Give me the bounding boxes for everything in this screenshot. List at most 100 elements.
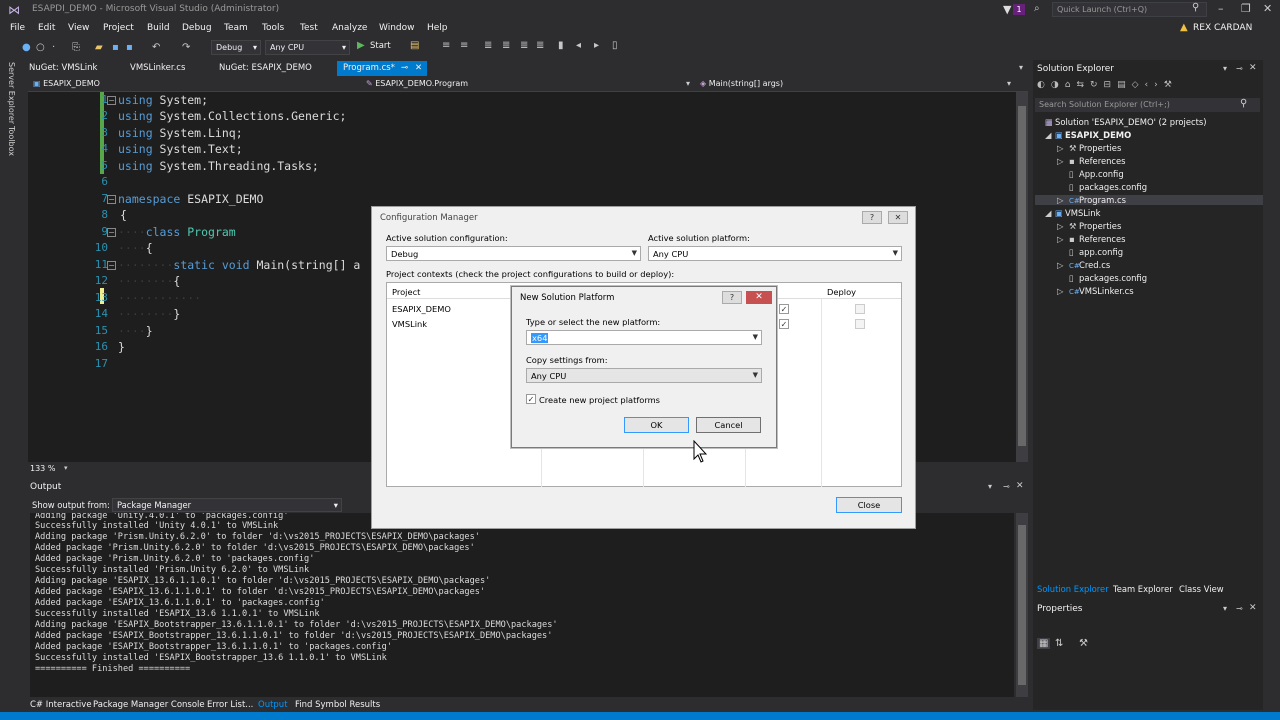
- collapsed-icon[interactable]: ▷: [1057, 221, 1069, 231]
- tree-item-program-cs[interactable]: ▷ C#Program.cs: [1035, 195, 1263, 205]
- new-platform-combobox[interactable]: x64 ▼: [526, 330, 762, 345]
- help-button[interactable]: ?: [862, 211, 882, 224]
- chevron-down-icon[interactable]: ▾: [988, 482, 992, 491]
- collapsed-icon[interactable]: ▷: [1057, 143, 1069, 153]
- chevron-down-icon[interactable]: ▼: [753, 333, 758, 341]
- restore-icon[interactable]: ❐: [1241, 2, 1251, 15]
- menu-file[interactable]: File: [10, 23, 25, 33]
- menu-edit[interactable]: Edit: [38, 23, 55, 33]
- menu-help[interactable]: Help: [427, 23, 448, 33]
- tab-find-symbol-results[interactable]: Find Symbol Results: [295, 700, 380, 710]
- tree-item-cred-cs[interactable]: ▷ C#Cred.cs: [1035, 260, 1110, 270]
- tab-csharp-interactive[interactable]: C# Interactive: [30, 700, 92, 710]
- new-platform-value[interactable]: x64: [531, 333, 549, 343]
- preview-icon[interactable]: ◇: [1132, 80, 1145, 90]
- collapse-toggle[interactable]: −: [107, 261, 116, 270]
- configuration-select[interactable]: Debug ▾: [211, 40, 261, 55]
- format-icon[interactable]: ≣: [520, 40, 528, 51]
- project-row-vmslink[interactable]: VMSLink: [392, 319, 427, 329]
- tab-class-view[interactable]: Class View: [1179, 584, 1224, 594]
- save-all-icon[interactable]: ▪: [126, 42, 133, 53]
- quick-launch-input[interactable]: Quick Launch (Ctrl+Q): [1052, 2, 1207, 17]
- create-project-platforms-checkbox[interactable]: ✓: [526, 394, 536, 404]
- nav-class-select[interactable]: ✎ ESAPIX_DEMO.Program: [366, 79, 468, 88]
- scrollbar-thumb[interactable]: [1018, 525, 1026, 685]
- column-project[interactable]: Project: [392, 287, 420, 297]
- collapse-toggle[interactable]: −: [107, 228, 116, 237]
- refresh-icon[interactable]: ↻: [1090, 80, 1104, 90]
- close-icon[interactable]: ✕: [1016, 481, 1024, 491]
- solution-search-input[interactable]: Search Solution Explorer (Ctrl+;): [1035, 98, 1260, 112]
- collapse-toggle[interactable]: −: [107, 96, 116, 105]
- collapse-all-icon[interactable]: ⊟: [1104, 80, 1118, 90]
- view-code-icon[interactable]: ‹›: [1145, 80, 1164, 90]
- new-project-icon[interactable]: ⎘: [72, 42, 80, 53]
- bookmark-prev-icon[interactable]: ◂: [576, 40, 581, 51]
- output-source-select[interactable]: Package Manager ▾: [112, 498, 342, 512]
- tab-vmslinker-cs[interactable]: VMSLinker.cs: [130, 63, 185, 73]
- indent-icon[interactable]: ≡: [442, 40, 450, 51]
- menu-window[interactable]: Window: [379, 23, 415, 33]
- menu-team[interactable]: Team: [224, 23, 248, 33]
- tree-item-references[interactable]: ▷ ▪ References: [1035, 156, 1126, 166]
- zoom-level[interactable]: 133 %: [30, 464, 55, 473]
- pin-icon[interactable]: ⊸: [1236, 604, 1243, 613]
- home-icon[interactable]: ⌂: [1065, 80, 1077, 90]
- filter-icon[interactable]: ▼: [1003, 3, 1011, 16]
- active-platform-select[interactable]: Any CPU ▼: [648, 246, 902, 261]
- save-icon[interactable]: ▪: [112, 42, 119, 53]
- collapse-toggle[interactable]: −: [107, 195, 116, 204]
- chevron-down-icon[interactable]: ▾: [1223, 64, 1227, 73]
- tab-program-cs[interactable]: Program.cs* ⊸ ✕: [337, 61, 427, 76]
- column-deploy[interactable]: Deploy: [827, 287, 856, 297]
- menu-analyze[interactable]: Analyze: [332, 23, 367, 33]
- tree-item-vmslink[interactable]: ◢ ▣ VMSLink: [1035, 208, 1100, 218]
- tree-item-esapix-demo[interactable]: ◢ ▣ ESAPIX_DEMO: [1035, 130, 1131, 140]
- tree-item-properties[interactable]: ▷ ⚒ Properties: [1035, 221, 1121, 231]
- close-icon[interactable]: ✕: [1263, 2, 1272, 15]
- cancel-button[interactable]: Cancel: [696, 417, 761, 433]
- close-button[interactable]: ✕: [888, 211, 908, 224]
- tab-error-list[interactable]: Error List...: [207, 700, 253, 710]
- property-pages-icon[interactable]: ⚒: [1079, 638, 1088, 649]
- bookmark-icon[interactable]: ▮: [558, 40, 564, 51]
- back-icon[interactable]: ◐: [1037, 80, 1051, 90]
- active-config-select[interactable]: Debug ▼: [386, 246, 641, 261]
- build-checkbox[interactable]: ✓: [779, 304, 789, 314]
- tree-item-properties[interactable]: ▷ ⚒ Properties: [1035, 143, 1121, 153]
- menu-tools[interactable]: Tools: [262, 23, 284, 33]
- find-icon[interactable]: ▤: [410, 40, 419, 51]
- editor-vertical-scrollbar[interactable]: [1016, 92, 1028, 462]
- server-explorer-tab[interactable]: Server Explorer: [7, 62, 16, 124]
- tree-item-references[interactable]: ▷ ▪ References: [1035, 234, 1126, 244]
- menu-view[interactable]: View: [68, 23, 89, 33]
- close-button[interactable]: ✕: [746, 291, 772, 304]
- close-icon[interactable]: ✕: [1249, 603, 1257, 613]
- pin-icon[interactable]: ⊸: [1236, 64, 1243, 73]
- nav-member-select[interactable]: ◈ Main(string[] args): [700, 79, 783, 88]
- bookmark-clear-icon[interactable]: ▯: [612, 40, 618, 51]
- tab-nuget-vmslink[interactable]: NuGet: VMSLink: [29, 63, 97, 73]
- collapsed-icon[interactable]: ▷: [1057, 234, 1069, 244]
- menu-debug[interactable]: Debug: [182, 23, 212, 33]
- chevron-down-icon[interactable]: ▾: [1007, 79, 1011, 88]
- project-row-esapix-demo[interactable]: ESAPIX_DEMO: [392, 304, 451, 314]
- show-files-icon[interactable]: ▤: [1117, 80, 1132, 90]
- scrollbar-thumb[interactable]: [1018, 106, 1026, 446]
- align-icon[interactable]: ≣: [536, 40, 544, 51]
- forward-icon[interactable]: ○: [36, 42, 45, 53]
- tree-item-app-config[interactable]: ▯ app.config: [1035, 247, 1123, 257]
- forward-icon[interactable]: ◑: [1051, 80, 1065, 90]
- user-name[interactable]: REX CARDAN: [1193, 23, 1252, 33]
- tree-item-solution[interactable]: ▦ Solution 'ESAPIX_DEMO' (2 projects): [1035, 117, 1207, 127]
- tab-overflow-icon[interactable]: ▾: [1019, 63, 1023, 72]
- redo-icon[interactable]: ↷: [182, 42, 190, 53]
- menu-test[interactable]: Test: [300, 23, 318, 33]
- outdent-icon[interactable]: ≡: [460, 40, 468, 51]
- tree-item-vmslinker-cs[interactable]: ▷ C#VMSLinker.cs: [1035, 286, 1134, 296]
- undo-icon[interactable]: ↶: [152, 42, 160, 53]
- tree-item-app-config[interactable]: ▯ App.config: [1035, 169, 1124, 179]
- platform-select[interactable]: Any CPU ▾: [265, 40, 350, 55]
- start-play-icon[interactable]: ▶: [357, 40, 365, 51]
- pin-icon[interactable]: ⊸: [1003, 482, 1010, 491]
